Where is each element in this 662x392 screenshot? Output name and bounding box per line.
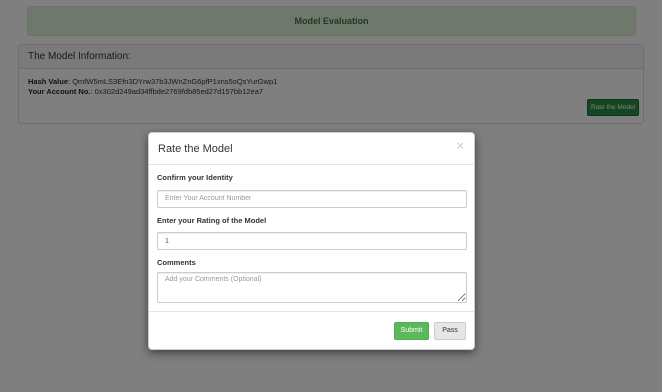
submit-button[interactable]: Submit [394, 321, 429, 340]
rating-group: Enter your Rating of the Model [157, 215, 467, 250]
rating-input[interactable] [157, 232, 467, 250]
comments-textarea[interactable] [157, 272, 467, 303]
page: Model Evaluation The Model Information: … [0, 0, 662, 392]
close-icon[interactable]: × [456, 140, 465, 151]
comments-label: Comments [157, 258, 196, 267]
modal-title: Rate the Model [158, 142, 233, 155]
pass-button[interactable]: Pass [434, 321, 466, 340]
account-number-input[interactable] [157, 189, 467, 208]
modal-header: Rate the Model × [149, 133, 474, 165]
rating-label: Enter your Rating of the Model [157, 215, 267, 225]
comments-group: Comments [157, 258, 467, 308]
identity-label: Confirm your Identity [157, 173, 233, 182]
rate-model-dialog: Rate the Model × Confirm your Identity E… [148, 132, 475, 350]
modal-footer: Submit Pass [149, 311, 474, 349]
identity-group: Confirm your Identity [157, 173, 467, 208]
modal-body: Confirm your Identity Enter your Rating … [149, 165, 474, 308]
